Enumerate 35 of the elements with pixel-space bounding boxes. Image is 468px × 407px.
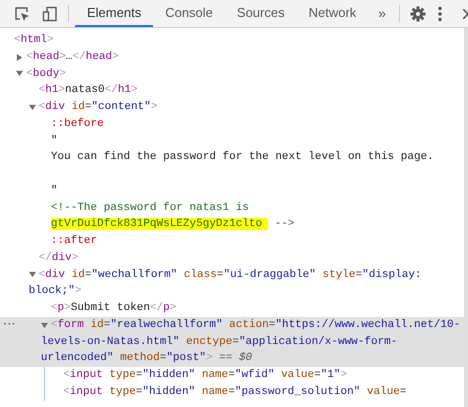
panel-tab[interactable]: Elements [75, 0, 154, 27]
more-options-icon[interactable] [438, 6, 442, 22]
code-line: ::before [50, 116, 104, 132]
code-line: <head>…</head> [26, 50, 119, 65]
code-line: You can find the password for the next level on this page. [50, 150, 434, 166]
settings-icon[interactable] [410, 6, 426, 22]
code-line: <div id="wechallform" class="ui-draggable" style="display: [38, 268, 422, 282]
code-line: urlencoded" method="post"> == $0 [40, 351, 252, 366]
code-line: " [50, 134, 58, 148]
code-line: <input type="hidden" name="wfid" value="1"> [63, 368, 348, 383]
inspect-icon[interactable] [14, 6, 30, 22]
disclosure-triangle-icon[interactable] [16, 54, 24, 61]
more-tabs-button[interactable]: » [368, 0, 396, 27]
code-line: levels-on-Natas.html" enctype="application/x-www-form- [40, 334, 398, 350]
panel-tab[interactable]: Sources [224, 0, 297, 27]
code-line: block;"> [28, 284, 82, 300]
code-line: ::after [50, 234, 98, 249]
device-toolbar-icon[interactable] [42, 6, 58, 22]
code-line: <input type="hidden" name="password_solution" value= [63, 384, 407, 400]
code-line: <div id="content"> [38, 100, 158, 115]
code-line: <p>Submit token</p> [50, 301, 176, 316]
code-line: <h1>natas0</h1> [38, 83, 138, 98]
code-line: <!--The password for natas1 is [50, 200, 249, 216]
code-line: </div> [38, 250, 78, 266]
code-line: gtVrDuiDfck831PqWsLEZy5gyDz1clto --> [50, 217, 295, 232]
panel-tab[interactable]: Console [153, 0, 225, 27]
code-line: <html> [14, 33, 54, 48]
panel-tab[interactable]: Network [296, 0, 368, 27]
disclosure-triangle-icon[interactable] [40, 322, 48, 329]
disclosure-triangle-icon[interactable] [16, 70, 24, 78]
disclosure-triangle-icon[interactable] [28, 271, 36, 278]
code-line: <body> [26, 66, 66, 82]
disclosure-triangle-icon[interactable] [28, 104, 36, 111]
code-line: <form id="realwechallform" action="https://www.wechall.net/10- [50, 318, 460, 333]
code-line: " [50, 184, 58, 199]
